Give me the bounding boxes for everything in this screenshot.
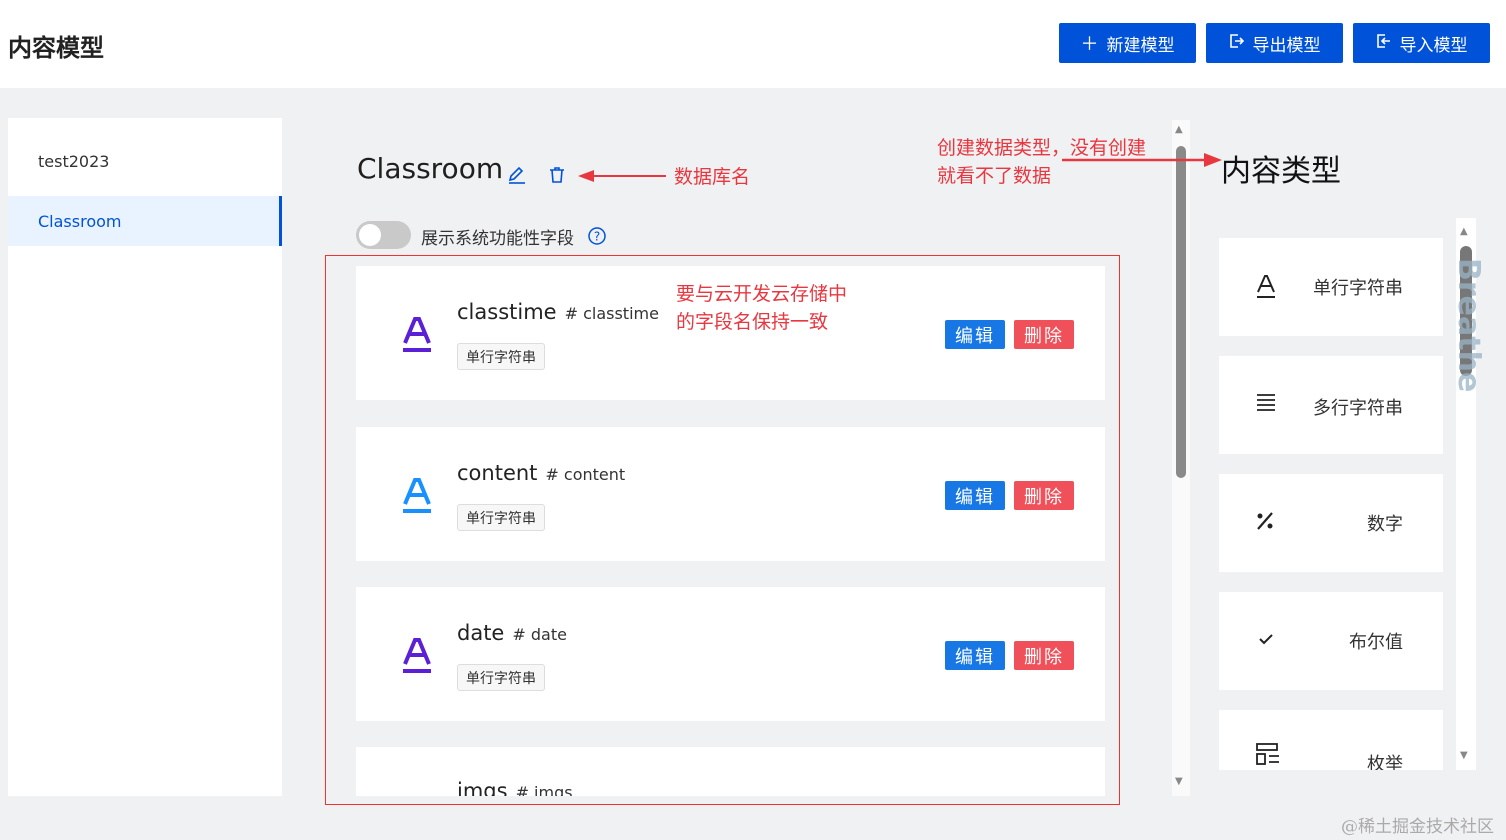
export-model-label: 导出模型 [1252,35,1321,56]
show-system-fields-toggle[interactable] [356,221,411,249]
field-key: # classtime [564,304,659,323]
content-types-title: 内容类型 [1221,154,1341,189]
breathe-overlay-text: Breathe [1451,258,1486,393]
multi-line-text-icon [1255,392,1277,416]
top-bar: 内容模型 ＋ 新建模型 导出模型 导入模型 [0,0,1506,88]
db-name-arrow [576,168,668,188]
enum-icon [1255,742,1281,770]
field-key: # imgs [515,783,573,796]
content-type-single-line[interactable]: 单行字符串 [1219,238,1443,336]
content-type-label: 数字 [1367,514,1403,535]
scroll-up-icon[interactable]: ▲ [1460,226,1468,237]
list-icon [400,791,444,796]
field-name-line1: 要与云开发云存储中 [676,283,848,305]
field-name-line2: 的字段名保持一致 [676,311,829,333]
text-a-icon [400,637,434,679]
scroll-down-icon[interactable]: ▼ [1175,776,1183,787]
field-key: # date [512,625,567,644]
content-type-label: 布尔值 [1349,632,1403,653]
scrollbar-thumb[interactable] [1176,146,1186,478]
field-name: content # content [457,461,626,485]
sidebar-item-label: test2023 [38,151,110,171]
new-model-label: 新建模型 [1106,35,1175,56]
delete-field-button[interactable]: 删除 [1014,481,1074,510]
model-sidebar: test2023 Classroom [8,118,282,796]
field-type-tag: 单行字符串 [457,504,545,531]
import-icon [1376,33,1392,54]
field-card: date # date 单行字符串 编辑 删除 [356,587,1105,721]
content-type-multi-line[interactable]: 多行字符串 [1219,356,1443,454]
field-name: classtime # classtime [457,300,659,324]
edit-field-button[interactable]: 编辑 [945,641,1005,670]
delete-field-button[interactable]: 删除 [1014,641,1074,670]
model-title: Classroom [357,152,504,185]
content-type-enum[interactable]: 枚举 [1219,710,1443,770]
check-boolean-icon [1255,628,1277,654]
export-icon [1229,33,1245,54]
fields-scrollbar[interactable]: ▲ ▼ [1172,120,1190,796]
help-circle-icon[interactable]: ? [587,226,607,250]
trash-icon[interactable] [547,165,567,189]
field-key: # content [545,465,626,484]
plus-icon: ＋ [1080,34,1099,55]
text-a-icon [400,477,434,519]
field-type-tag: 单行字符串 [457,664,545,691]
field-name: date # date [457,621,567,645]
field-list: classtime # classtime 单行字符串 编辑 删除 content… [356,266,1106,796]
content-type-label: 枚举 [1367,754,1403,770]
sidebar-item-label: Classroom [38,211,122,231]
field-type-tag: 单行字符串 [457,343,545,370]
db-name-annotation: 数据库名 [674,166,751,188]
import-model-button[interactable]: 导入模型 [1353,23,1490,63]
content-types-panel: 单行字符串 多行字符串 数字 布尔值 枚举 [1219,218,1475,770]
content-type-label: 单行字符串 [1313,278,1403,299]
content-type-number[interactable]: 数字 [1219,474,1443,572]
scroll-up-icon[interactable]: ▲ [1175,124,1183,135]
field-card: content # content 单行字符串 编辑 删除 [356,427,1105,561]
edit-pencil-icon[interactable] [507,165,527,189]
create-type-arrow [1060,150,1224,174]
edit-field-button[interactable]: 编辑 [945,320,1005,349]
sidebar-item-classroom[interactable]: Classroom [8,196,282,246]
field-card: imgs # imgs [356,747,1105,796]
edit-field-button[interactable]: 编辑 [945,481,1005,510]
svg-text:?: ? [594,230,600,244]
page-title: 内容模型 [8,34,104,62]
content-type-boolean[interactable]: 布尔值 [1219,592,1443,690]
toggle-knob [359,224,381,246]
scroll-down-icon[interactable]: ▼ [1460,750,1468,761]
field-name: imgs # imgs [457,779,573,796]
delete-field-button[interactable]: 删除 [1014,320,1074,349]
content-type-label: 多行字符串 [1313,398,1403,419]
sidebar-item-test2023[interactable]: test2023 [8,136,282,186]
new-model-button[interactable]: ＋ 新建模型 [1059,23,1196,63]
watermark: @稀土掘金技术社区 [1341,817,1494,837]
single-line-text-icon [1255,274,1277,304]
text-a-icon [400,316,434,358]
import-model-label: 导入模型 [1399,35,1468,56]
field-name-annotation: 要与云开发云存储中 的字段名保持一致 [676,280,847,336]
toggle-label: 展示系统功能性字段 [421,229,574,249]
export-model-button[interactable]: 导出模型 [1206,23,1343,63]
percent-number-icon [1255,510,1277,536]
